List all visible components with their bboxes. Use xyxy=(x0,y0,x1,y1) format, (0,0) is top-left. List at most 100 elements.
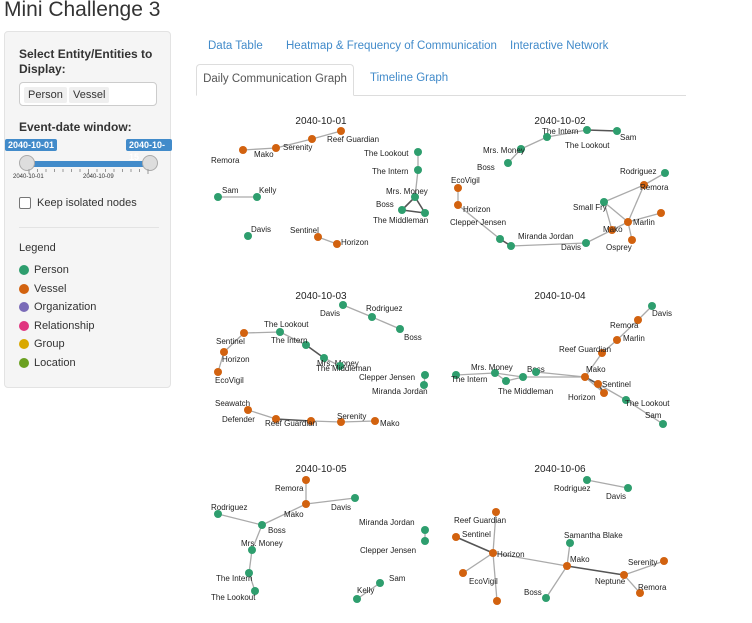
date-range-slider[interactable]: 2040-10-01 2040-10-15 2040-10-01 2040-10… xyxy=(5,136,172,186)
graph-node-person xyxy=(414,166,422,174)
graph-edge xyxy=(275,138,313,149)
legend-label: Organization xyxy=(34,301,97,313)
graph-node-label: Remora xyxy=(638,583,667,592)
graph-node-label: Davis xyxy=(652,309,672,318)
graph-node-person xyxy=(396,325,404,333)
graph-node-label: Rodriguez xyxy=(366,304,402,313)
graph-node-label: Sam xyxy=(645,411,662,420)
graph-edge xyxy=(492,511,497,554)
graph-node-vessel xyxy=(337,418,345,426)
tab-data-table[interactable]: Data Table xyxy=(208,40,263,52)
graph-node-vessel xyxy=(636,589,644,597)
graph-edge xyxy=(585,229,613,244)
tab-interactive-network[interactable]: Interactive Network xyxy=(510,40,608,52)
graph-node-label: Reef Guardian xyxy=(327,135,379,144)
graph-edge xyxy=(457,204,501,240)
graph-node-vessel xyxy=(657,209,665,217)
graph-node-label: Boss xyxy=(524,588,542,597)
graph-node-person xyxy=(353,595,361,603)
graph-node-label: The Lookout xyxy=(565,141,610,150)
graph-node-vessel xyxy=(598,349,606,357)
tab-timeline-graph[interactable]: Timeline Graph xyxy=(370,72,448,84)
entity-chip-vessel[interactable]: Vessel xyxy=(69,87,110,103)
legend-label: Group xyxy=(34,338,65,350)
graph-edge xyxy=(623,574,641,594)
graph-node-label: Rodriguez xyxy=(554,484,590,493)
panel-date-title: 2040-10-03 xyxy=(295,291,347,302)
graph-edge xyxy=(535,371,586,378)
graph-node-person xyxy=(398,206,406,214)
daily-graph-panel-2040-10-04: 2040-10-04 Davis Remora Marlin Reef Guardian… xyxy=(451,291,672,428)
graph-edge xyxy=(603,201,629,223)
graph-edge xyxy=(510,242,587,247)
tab-daily-communication-graph[interactable]: Daily Communication Graph xyxy=(196,64,354,96)
graph-node-vessel xyxy=(620,571,628,579)
graph-edge xyxy=(597,383,605,394)
graph-edge xyxy=(492,552,498,602)
tab-heatmap-frequency[interactable]: Heatmap & Frequency of Communication xyxy=(286,40,497,52)
graph-node-label: Reef Guardian xyxy=(454,516,506,525)
graph-node-person xyxy=(276,328,284,336)
graph-edge xyxy=(520,136,548,150)
graph-node-label: Kelly xyxy=(259,186,276,195)
graph-edge xyxy=(627,212,662,223)
legend-dot-relationship xyxy=(19,320,29,331)
graph-node-person xyxy=(302,341,310,349)
graph-node-person xyxy=(214,193,222,201)
keep-isolated-checkbox[interactable] xyxy=(19,197,31,209)
graph-node-label: Mako xyxy=(254,150,274,159)
keep-isolated-label: Keep isolated nodes xyxy=(37,197,137,209)
graph-node-label: Miranda Jordan xyxy=(518,232,574,241)
graph-node-label: Serenity xyxy=(628,558,657,567)
legend-item-vessel: Vessel xyxy=(19,283,66,295)
keep-isolated-toggle[interactable]: Keep isolated nodes xyxy=(19,197,137,209)
graph-node-person xyxy=(421,526,429,534)
graph-node-label: Rodriguez xyxy=(620,167,656,176)
graph-node-label: Sentinel xyxy=(462,530,491,539)
daily-graph-panel-2040-10-05: 2040-10-05 Remora Mako Davis Rodriguez Boss Mr… xyxy=(211,464,429,603)
graph-node-vessel xyxy=(302,500,310,508)
graph-node-label: Mako xyxy=(284,510,304,519)
graph-node-vessel xyxy=(489,549,497,557)
date-window-label: Event-date window: xyxy=(19,120,132,134)
graph-node-label: EcoVigil xyxy=(469,577,498,586)
graph-node-person xyxy=(659,420,667,428)
graph-node-label: Boss xyxy=(268,526,286,535)
graph-node-person xyxy=(613,127,621,135)
graph-edge xyxy=(494,372,524,378)
graph-node-label: Davis xyxy=(561,243,581,252)
graph-node-person xyxy=(336,362,344,370)
graph-edge xyxy=(251,524,263,551)
legend-item-organization: Organization xyxy=(19,301,96,313)
graph-node-label: Sentinel xyxy=(290,226,319,235)
legend-dot-group xyxy=(19,339,29,349)
legend-title: Legend xyxy=(19,242,56,254)
graph-edge xyxy=(586,479,629,489)
graph-node-label: Samantha Blake xyxy=(564,531,623,540)
entity-chip-person[interactable]: Person xyxy=(24,87,67,103)
graph-node-label: Mrs. Money xyxy=(483,146,525,155)
graph-node-label: Horizon xyxy=(222,355,250,364)
tick-label-mid: 2040-10-09 xyxy=(83,174,114,180)
panel-date-title: 2040-10-04 xyxy=(534,291,586,302)
graph-edge xyxy=(305,497,356,505)
graph-edge xyxy=(625,399,664,425)
legend-label: Location xyxy=(34,356,76,369)
graph-node-label: The Intern xyxy=(271,336,307,345)
graph-edge xyxy=(627,221,633,241)
graph-node-vessel xyxy=(333,240,341,248)
graph-node-label: Reef Guardian xyxy=(559,345,611,354)
graph-node-person xyxy=(507,242,515,250)
graph-node-label: The Lookout xyxy=(625,399,670,408)
graph-edge xyxy=(243,331,281,334)
graph-edge xyxy=(627,184,645,223)
graph-node-label: The Middleman xyxy=(373,216,428,225)
graph-node-person xyxy=(248,546,256,554)
graph-node-label: Davis xyxy=(606,492,626,501)
graph-node-person xyxy=(517,145,525,153)
entity-select-input[interactable]: Person Vessel xyxy=(19,82,157,106)
graph-node-vessel xyxy=(214,368,222,376)
graph-node-label: Mrs. Money xyxy=(386,187,428,196)
graph-edge xyxy=(603,201,613,231)
graph-node-person xyxy=(368,313,376,321)
